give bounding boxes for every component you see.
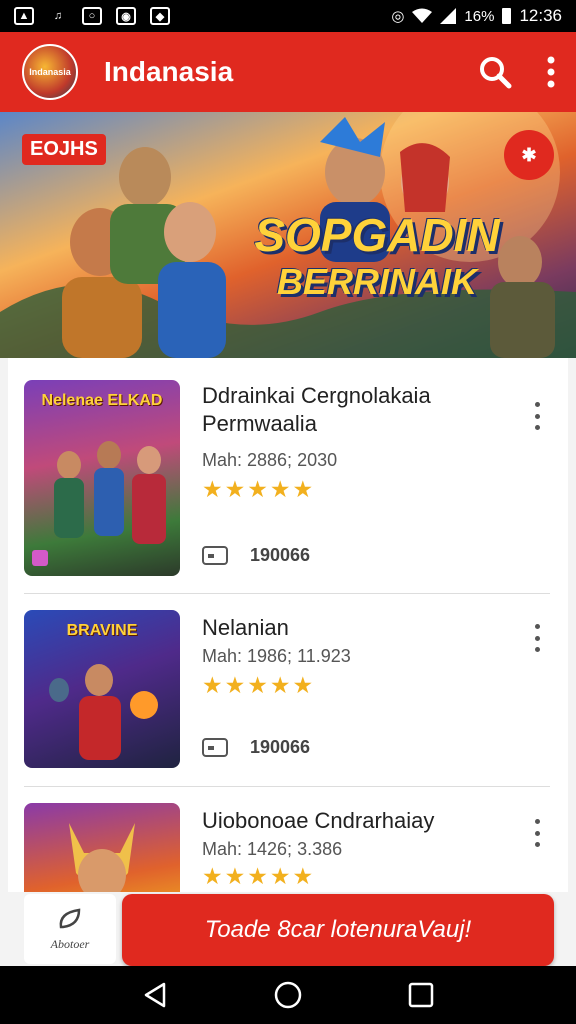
- game-notification-icon: ◉: [116, 7, 136, 25]
- download-icon[interactable]: [202, 544, 228, 566]
- system-nav-bar: [0, 966, 576, 1024]
- vibrate-icon: ◎: [391, 8, 405, 25]
- download-icon[interactable]: [202, 736, 228, 758]
- thumbnail-art: [69, 823, 135, 892]
- game-meta: Mah: 1426; 3.386: [202, 839, 343, 859]
- hero-title-line2: BERRINAIK: [276, 261, 477, 302]
- game-thumbnail[interactable]: BRAVINE: [24, 610, 180, 768]
- signal-icon: [440, 8, 457, 24]
- game-thumbnail[interactable]: [24, 803, 180, 892]
- app-logo[interactable]: Indanasia: [22, 44, 78, 100]
- image-notification-icon: ▲: [14, 7, 34, 25]
- wifi-icon: [412, 8, 433, 23]
- list-item[interactable]: BRAVINE Nelanian Mah: 1986; 11.923 ★★★★★…: [8, 594, 568, 814]
- search-icon[interactable]: [478, 55, 512, 89]
- rating-stars: ★★★★★: [202, 863, 316, 889]
- list-item[interactable]: Nelenae ELKAD Ddrainkai Cergnolakaia Per…: [8, 358, 568, 578]
- hero-badge-icon[interactable]: ✱: [504, 130, 554, 180]
- download-count: 190066: [250, 544, 311, 565]
- game-title[interactable]: Ddrainkai Cergnolakaia Permwaalia: [202, 382, 512, 438]
- cta-button[interactable]: Toade 8car lotenuraVauj!: [122, 894, 554, 966]
- battery-percent: 16%: [464, 7, 495, 25]
- hero-title: SOPGADIN BERRINAIK: [232, 212, 522, 300]
- clock: 12:36: [519, 6, 562, 25]
- thumbnail-art: [49, 664, 158, 760]
- app-title: Indanasia: [104, 56, 234, 87]
- game-meta: Mah: 2886; 2030: [202, 450, 338, 470]
- battery-icon: [502, 8, 512, 24]
- app-notification-icon: ○: [82, 7, 102, 25]
- hero-banner[interactable]: EOJHS ✱ SOPGADIN BERRINAIK: [0, 112, 576, 358]
- game-title[interactable]: Uiobonoae Cndrarhaiay: [202, 807, 512, 835]
- item-more-icon[interactable]: [532, 819, 542, 847]
- download-info: 190066: [202, 736, 310, 758]
- camera-notification-icon: ◆: [150, 7, 170, 25]
- about-button[interactable]: Abotoer: [24, 894, 116, 964]
- game-thumbnail[interactable]: Nelenae ELKAD: [24, 380, 180, 576]
- game-title[interactable]: Nelanian: [202, 614, 512, 642]
- recents-icon[interactable]: [408, 982, 434, 1008]
- logo-text: Indanasia: [29, 67, 71, 77]
- system-status: ◎ 16% 12:36: [391, 6, 562, 26]
- thumbnail-art: [32, 441, 166, 566]
- hero-tag: EOJHS: [22, 134, 106, 165]
- rating-stars: ★★★★★: [202, 476, 316, 502]
- game-list: Nelenae ELKAD Ddrainkai Cergnolakaia Per…: [8, 358, 568, 892]
- overflow-menu-icon[interactable]: [546, 56, 556, 88]
- about-label: Abotoer: [50, 936, 90, 951]
- list-item[interactable]: Uiobonoae Cndrarhaiay Mah: 1426; 3.386 ★…: [8, 787, 568, 892]
- download-info: 190066: [202, 544, 310, 566]
- download-count: 190066: [250, 736, 311, 757]
- item-more-icon[interactable]: [532, 624, 542, 652]
- app-bar: Indanasia Indanasia: [0, 32, 576, 112]
- hero-title-line1: SOPGADIN: [254, 209, 500, 261]
- game-meta: Mah: 1986; 11.923: [202, 646, 351, 666]
- home-icon[interactable]: [273, 980, 303, 1010]
- notification-icons: ▲ ♫ ○ ◉ ◆: [14, 7, 170, 25]
- rating-stars: ★★★★★: [202, 672, 316, 698]
- leaf-icon: [59, 908, 81, 928]
- back-icon[interactable]: [142, 981, 168, 1009]
- status-bar: ▲ ♫ ○ ◉ ◆ ◎ 16% 12:36: [0, 0, 576, 32]
- item-more-icon[interactable]: [532, 402, 542, 430]
- music-notification-icon: ♫: [53, 10, 63, 22]
